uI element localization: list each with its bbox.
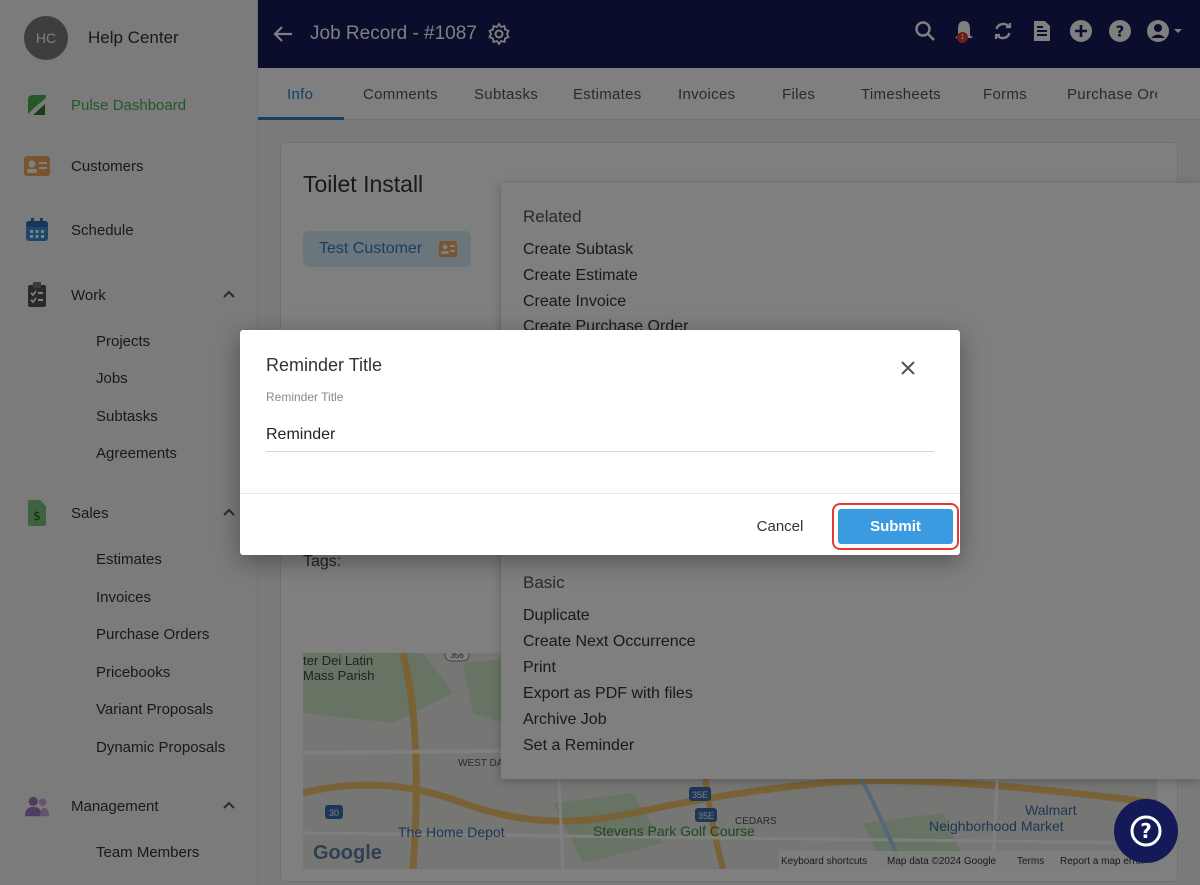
dialog-title: Reminder Title xyxy=(266,355,383,375)
submit-highlight: Submit xyxy=(832,503,959,550)
dialog-divider xyxy=(240,493,960,494)
reminder-dialog: Reminder Title Reminder Title Cancel Sub… xyxy=(240,330,960,555)
svg-text:?: ? xyxy=(1140,819,1152,843)
help-icon: ? xyxy=(1130,815,1162,847)
field-label: Reminder Title xyxy=(266,390,344,404)
reminder-title-input[interactable] xyxy=(266,418,934,452)
help-fab[interactable]: ? xyxy=(1114,799,1178,863)
close-icon[interactable] xyxy=(897,357,919,379)
cancel-button[interactable]: Cancel xyxy=(745,510,815,542)
submit-button[interactable]: Submit xyxy=(838,509,953,544)
